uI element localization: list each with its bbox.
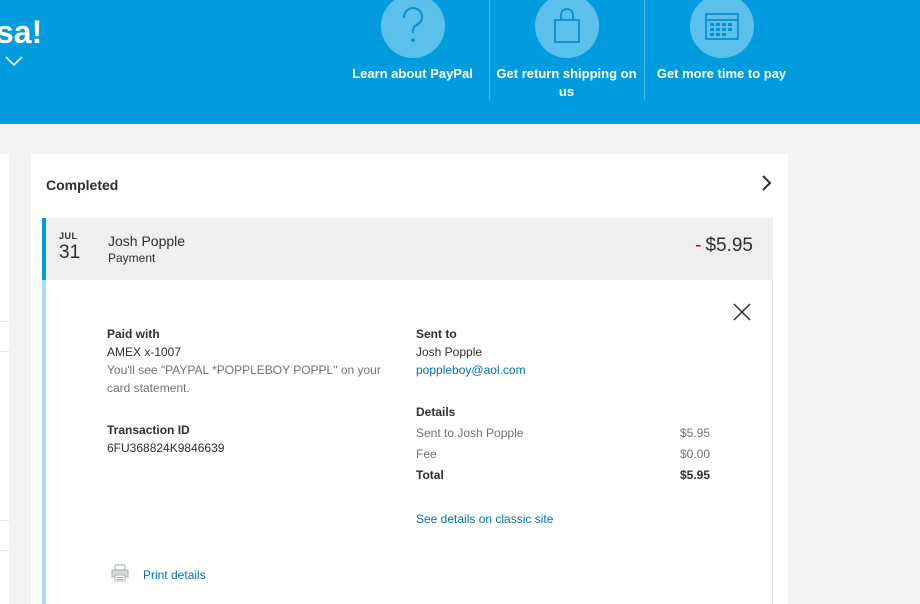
details-label: Details (416, 405, 456, 419)
close-icon[interactable] (732, 302, 752, 322)
divider (0, 351, 9, 352)
section-title: Completed (46, 177, 119, 193)
shopping-bag-icon (534, 0, 599, 58)
promo-learn-about-paypal[interactable]: Learn about PayPal (335, 0, 490, 100)
left-panel (0, 154, 9, 604)
activity-card: Completed JUL 31 Josh Popple Payment - $5… (31, 154, 788, 604)
recipient-name: Josh Popple (416, 345, 483, 359)
detail-line-label: Sent to Josh Popple (416, 426, 524, 440)
divider (0, 520, 9, 521)
transaction-id-label: Transaction ID (107, 423, 190, 437)
transaction-name: Josh Popple (108, 233, 186, 249)
total-label: Total (416, 468, 444, 482)
amount-value: $5.95 (705, 235, 753, 256)
detail-line-value: $0.00 (679, 447, 710, 461)
classic-site-link[interactable]: See details on classic site (416, 512, 553, 526)
promo-more-time-to-pay[interactable]: Get more time to pay (644, 0, 799, 100)
transaction-details-panel: Paid with AMEX x-1007 You'll see "PAYPAL… (42, 280, 773, 604)
chevron-right-icon[interactable] (759, 174, 773, 192)
sent-to-label: Sent to (416, 327, 457, 341)
divider (0, 550, 9, 551)
calendar-icon (689, 0, 754, 58)
detail-line-value: $5.95 (679, 426, 710, 440)
transaction-amount: - $5.95 (695, 235, 753, 257)
transaction-type: Payment (108, 251, 156, 265)
detail-line-label: Fee (416, 447, 437, 461)
recipient-email-link[interactable]: poppleboy@aol.com (416, 363, 526, 377)
transaction-row[interactable]: JUL 31 Josh Popple Payment - $5.95 (42, 218, 773, 280)
promo-label: Learn about PayPal (352, 66, 473, 81)
statement-note: You'll see "PAYPAL *POPPLEBOY POPPL" on … (107, 363, 381, 395)
greeting-text: sa! (0, 14, 43, 50)
header-banner: sa! Learn about PayPal Get return shippi… (0, 0, 920, 124)
print-details-link[interactable]: Print details (143, 568, 206, 582)
negative-sign: - (695, 235, 702, 256)
divider (0, 321, 9, 322)
transaction-day: 31 (59, 242, 81, 263)
payment-card: AMEX x-1007 (107, 345, 182, 359)
chevron-down-icon[interactable] (4, 54, 24, 68)
total-value: $5.95 (679, 468, 710, 482)
promo-label: Get more time to pay (656, 66, 787, 81)
promo-label: Get return shipping on us (496, 66, 637, 99)
paid-with-label: Paid with (107, 327, 160, 341)
transaction-month: JUL (59, 231, 78, 241)
promo-return-shipping[interactable]: Get return shipping on us (489, 0, 644, 100)
transaction-id: 6FU368824K9846639 (107, 441, 225, 455)
question-icon (380, 0, 445, 58)
printer-icon[interactable] (111, 564, 129, 582)
